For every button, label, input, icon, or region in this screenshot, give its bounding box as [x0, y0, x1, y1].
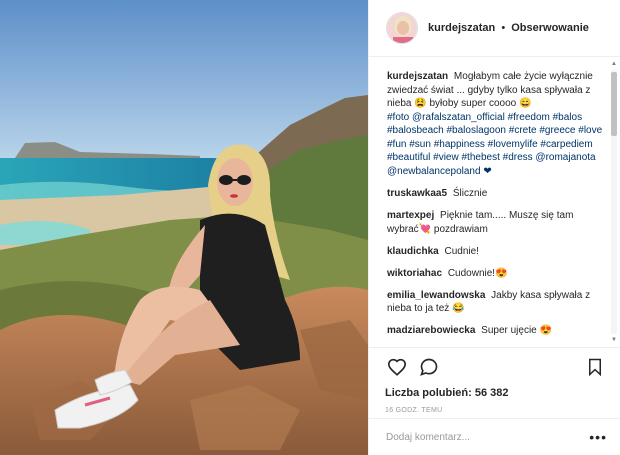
avatar[interactable]: [386, 12, 418, 44]
comment-icon[interactable]: [417, 356, 441, 378]
post-photo[interactable]: [0, 0, 368, 455]
instagram-post: kurdejszatan • Obserwowanie kurdejszatan…: [0, 0, 620, 455]
comment-item: truskawkaa5 Ślicznie: [387, 187, 605, 201]
comment-item: wiktoriahac Cudownie!😍: [387, 267, 605, 281]
scroll-thumb[interactable]: [611, 72, 617, 136]
comment-text: Cudownie!😍: [447, 267, 508, 279]
more-options-icon[interactable]: •••: [589, 430, 607, 444]
comment-username[interactable]: martexpej: [387, 210, 434, 221]
comment-username[interactable]: wiktoriahac: [387, 268, 442, 279]
post-header: kurdejszatan • Obserwowanie: [369, 0, 620, 57]
follow-button[interactable]: Obserwowanie: [511, 22, 589, 34]
comment-text: Cudnie!: [444, 245, 479, 257]
comment-text: Ślicznie: [452, 188, 488, 199]
header-separator: •: [501, 22, 506, 34]
add-comment-bar: •••: [369, 418, 620, 455]
caption-hashtags[interactable]: #foto @rafalszatan_official #freedom #ba…: [387, 112, 602, 177]
likes-number: 56 382: [474, 387, 509, 399]
comment-item: klaudichka Cudnie!: [387, 245, 605, 259]
scroll-up-arrow-icon[interactable]: ▲: [610, 60, 618, 68]
comments-scrollbar[interactable]: ▲ ▼: [610, 60, 618, 344]
comment-item: madziarebowiecka Super ujęcie 😍: [387, 324, 605, 338]
comment-input[interactable]: [386, 431, 590, 443]
comments-list[interactable]: kurdejszatan Mogłabym całe życie wyłączn…: [369, 58, 620, 346]
comment-username[interactable]: emilia_lewandowska: [387, 290, 485, 301]
header-text: kurdejszatan • Obserwowanie: [428, 22, 589, 34]
header-username[interactable]: kurdejszatan: [428, 22, 495, 34]
post-caption: kurdejszatan Mogłabym całe życie wyłączn…: [387, 70, 605, 178]
bookmark-icon[interactable]: [583, 356, 607, 378]
comment-item: emilia_lewandowska Jakby kasa spływała z…: [387, 289, 605, 316]
caption-username[interactable]: kurdejszatan: [387, 71, 448, 82]
beach-photo-illustration: [0, 0, 368, 455]
post-side-panel: kurdejszatan • Obserwowanie kurdejszatan…: [368, 0, 620, 455]
comment-item: martexpej Pięknie tam..... Muszę się tam…: [387, 209, 605, 236]
action-row: [385, 356, 607, 378]
comment-username[interactable]: klaudichka: [387, 246, 439, 257]
post-timestamp[interactable]: 16 GODZ. TEMU: [385, 407, 607, 414]
comment-username[interactable]: madziarebowiecka: [387, 325, 475, 336]
heart-icon[interactable]: [385, 356, 409, 378]
avatar-image: [387, 13, 417, 43]
scroll-down-arrow-icon[interactable]: ▼: [610, 336, 618, 344]
likes-label: Liczba polubień:: [385, 387, 472, 399]
likes-count[interactable]: Liczba polubień: 56 382: [385, 387, 607, 399]
comment-username[interactable]: truskawkaa5: [387, 188, 447, 199]
comment-text: Super ujęcie 😍: [481, 325, 552, 336]
